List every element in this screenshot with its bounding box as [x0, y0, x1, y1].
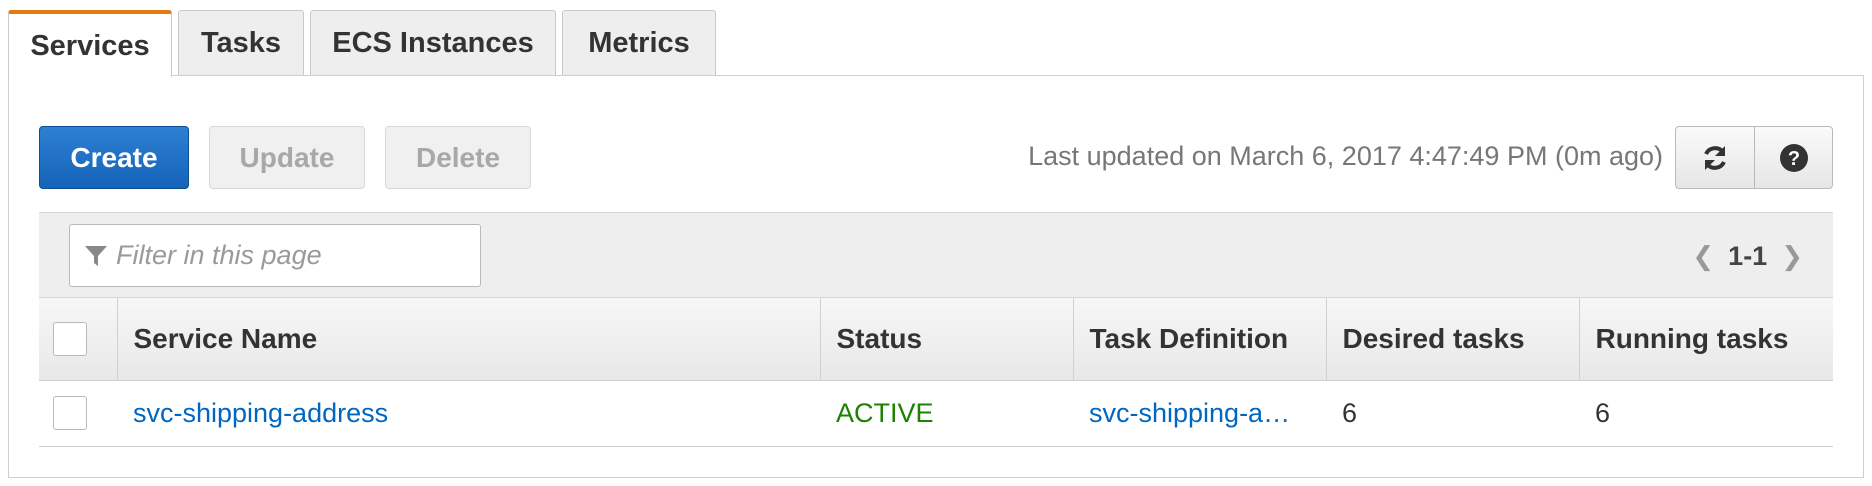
- last-updated-text: Last updated on March 6, 2017 4:47:49 PM…: [1028, 141, 1663, 171]
- tab-tasks[interactable]: Tasks: [178, 10, 304, 76]
- status-badge: ACTIVE: [836, 397, 934, 428]
- row-select-cell: [39, 380, 117, 447]
- previous-page-icon[interactable]: ❮: [1692, 241, 1714, 272]
- column-header-service-name[interactable]: Service Name: [116, 298, 820, 381]
- pagination: ❮ 1-1 ❯: [1692, 241, 1803, 272]
- select-all-checkbox[interactable]: [53, 321, 87, 356]
- task-definition-link[interactable]: svc-shipping-a…: [1089, 398, 1290, 428]
- tab-bar: Services Tasks ECS Instances Metrics: [8, 10, 722, 77]
- tab-services[interactable]: Services: [8, 10, 172, 77]
- running-tasks-value: 6: [1595, 397, 1611, 428]
- update-button[interactable]: Update: [209, 126, 365, 189]
- filter-placeholder: Filter in this page: [116, 240, 322, 270]
- desired-tasks-value: 6: [1342, 397, 1358, 428]
- help-icon: ?: [1779, 143, 1808, 172]
- services-table: Service Name Status Task Definition Desi…: [39, 298, 1833, 447]
- refresh-button[interactable]: [1676, 127, 1754, 188]
- toolbar: Create Update Delete Last updated on Mar…: [39, 126, 1833, 190]
- table-header-row: Service Name Status Task Definition Desi…: [39, 298, 1833, 381]
- next-page-icon[interactable]: ❯: [1781, 241, 1803, 272]
- column-header-running-tasks[interactable]: Running tasks: [1578, 298, 1833, 381]
- tab-ecs-instances[interactable]: ECS Instances: [310, 10, 556, 76]
- toolbar-icon-group: ?: [1675, 126, 1833, 189]
- select-all-cell: [39, 298, 117, 381]
- tab-metrics[interactable]: Metrics: [562, 10, 716, 76]
- page-range: 1-1: [1728, 241, 1768, 271]
- help-button[interactable]: ?: [1754, 127, 1832, 188]
- services-panel: Create Update Delete Last updated on Mar…: [8, 75, 1864, 478]
- filter-input[interactable]: Filter in this page: [69, 224, 481, 287]
- column-header-status[interactable]: Status: [819, 298, 1073, 381]
- filter-bar: Filter in this page ❮ 1-1 ❯: [39, 212, 1833, 298]
- column-header-desired-tasks[interactable]: Desired tasks: [1325, 298, 1579, 381]
- table-row: svc-shipping-address ACTIVE svc-shipping…: [39, 380, 1833, 447]
- service-name-link[interactable]: svc-shipping-address: [133, 398, 388, 428]
- row-checkbox[interactable]: [53, 396, 87, 430]
- delete-button[interactable]: Delete: [385, 126, 531, 189]
- refresh-icon: [1704, 145, 1726, 170]
- svg-text:?: ?: [1787, 148, 1799, 170]
- create-button[interactable]: Create: [39, 126, 189, 189]
- filter-icon: [85, 245, 107, 266]
- column-header-task-definition[interactable]: Task Definition: [1072, 298, 1326, 381]
